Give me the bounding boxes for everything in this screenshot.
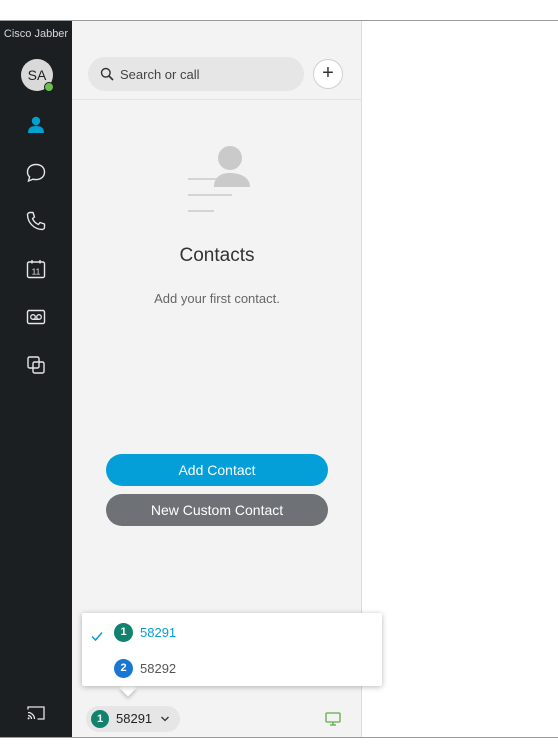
add-contact-button[interactable]: Add Contact bbox=[106, 454, 328, 486]
divider bbox=[72, 99, 361, 100]
search-icon bbox=[100, 67, 114, 81]
app-title: Cisco Jabber bbox=[3, 28, 69, 40]
nav-chats-chat-bubble-icon[interactable] bbox=[24, 161, 48, 185]
line-dropdown-menu: 1 58291 2 58292 bbox=[82, 613, 382, 686]
chevron-down-icon bbox=[161, 716, 169, 722]
line-badge: 2 bbox=[114, 659, 133, 678]
line-selector[interactable]: 1 58291 bbox=[86, 706, 180, 732]
calendar-date-label: 11 bbox=[32, 267, 41, 277]
nav-contacts-person-icon[interactable] bbox=[24, 113, 48, 137]
nav-custom-tabs-overlap-squares-icon[interactable] bbox=[24, 353, 48, 377]
monitor-icon[interactable] bbox=[325, 712, 341, 726]
add-button[interactable]: + bbox=[313, 59, 343, 89]
search-bar[interactable] bbox=[88, 57, 304, 91]
left-nav-bar: Cisco Jabber SA 11 bbox=[0, 21, 72, 737]
nav-meetings-calendar-icon[interactable]: 11 bbox=[24, 257, 48, 281]
line-number: 58291 bbox=[116, 711, 153, 726]
checkmark-icon bbox=[91, 632, 103, 642]
new-custom-contact-button[interactable]: New Custom Contact bbox=[106, 494, 328, 526]
line-badge: 1 bbox=[91, 710, 109, 728]
line-number: 58291 bbox=[140, 625, 177, 640]
empty-state-title: Contacts bbox=[179, 245, 255, 266]
contacts-placeholder-icon bbox=[188, 146, 250, 212]
empty-state-subtitle: Add your first contact. bbox=[154, 291, 280, 306]
jabber-window: Cisco Jabber SA 11 + bbox=[0, 20, 558, 738]
line-number: 58292 bbox=[140, 661, 177, 676]
nav-voicemail-icon[interactable] bbox=[24, 305, 48, 329]
line-option-2[interactable]: 2 58292 bbox=[82, 657, 382, 693]
line-badge: 1 bbox=[114, 623, 133, 642]
line-option-1[interactable]: 1 58291 bbox=[82, 621, 382, 657]
nav-calls-phone-icon[interactable] bbox=[24, 209, 48, 233]
cast-icon[interactable] bbox=[24, 701, 48, 725]
presence-indicator bbox=[44, 82, 54, 92]
search-input[interactable] bbox=[120, 57, 296, 91]
